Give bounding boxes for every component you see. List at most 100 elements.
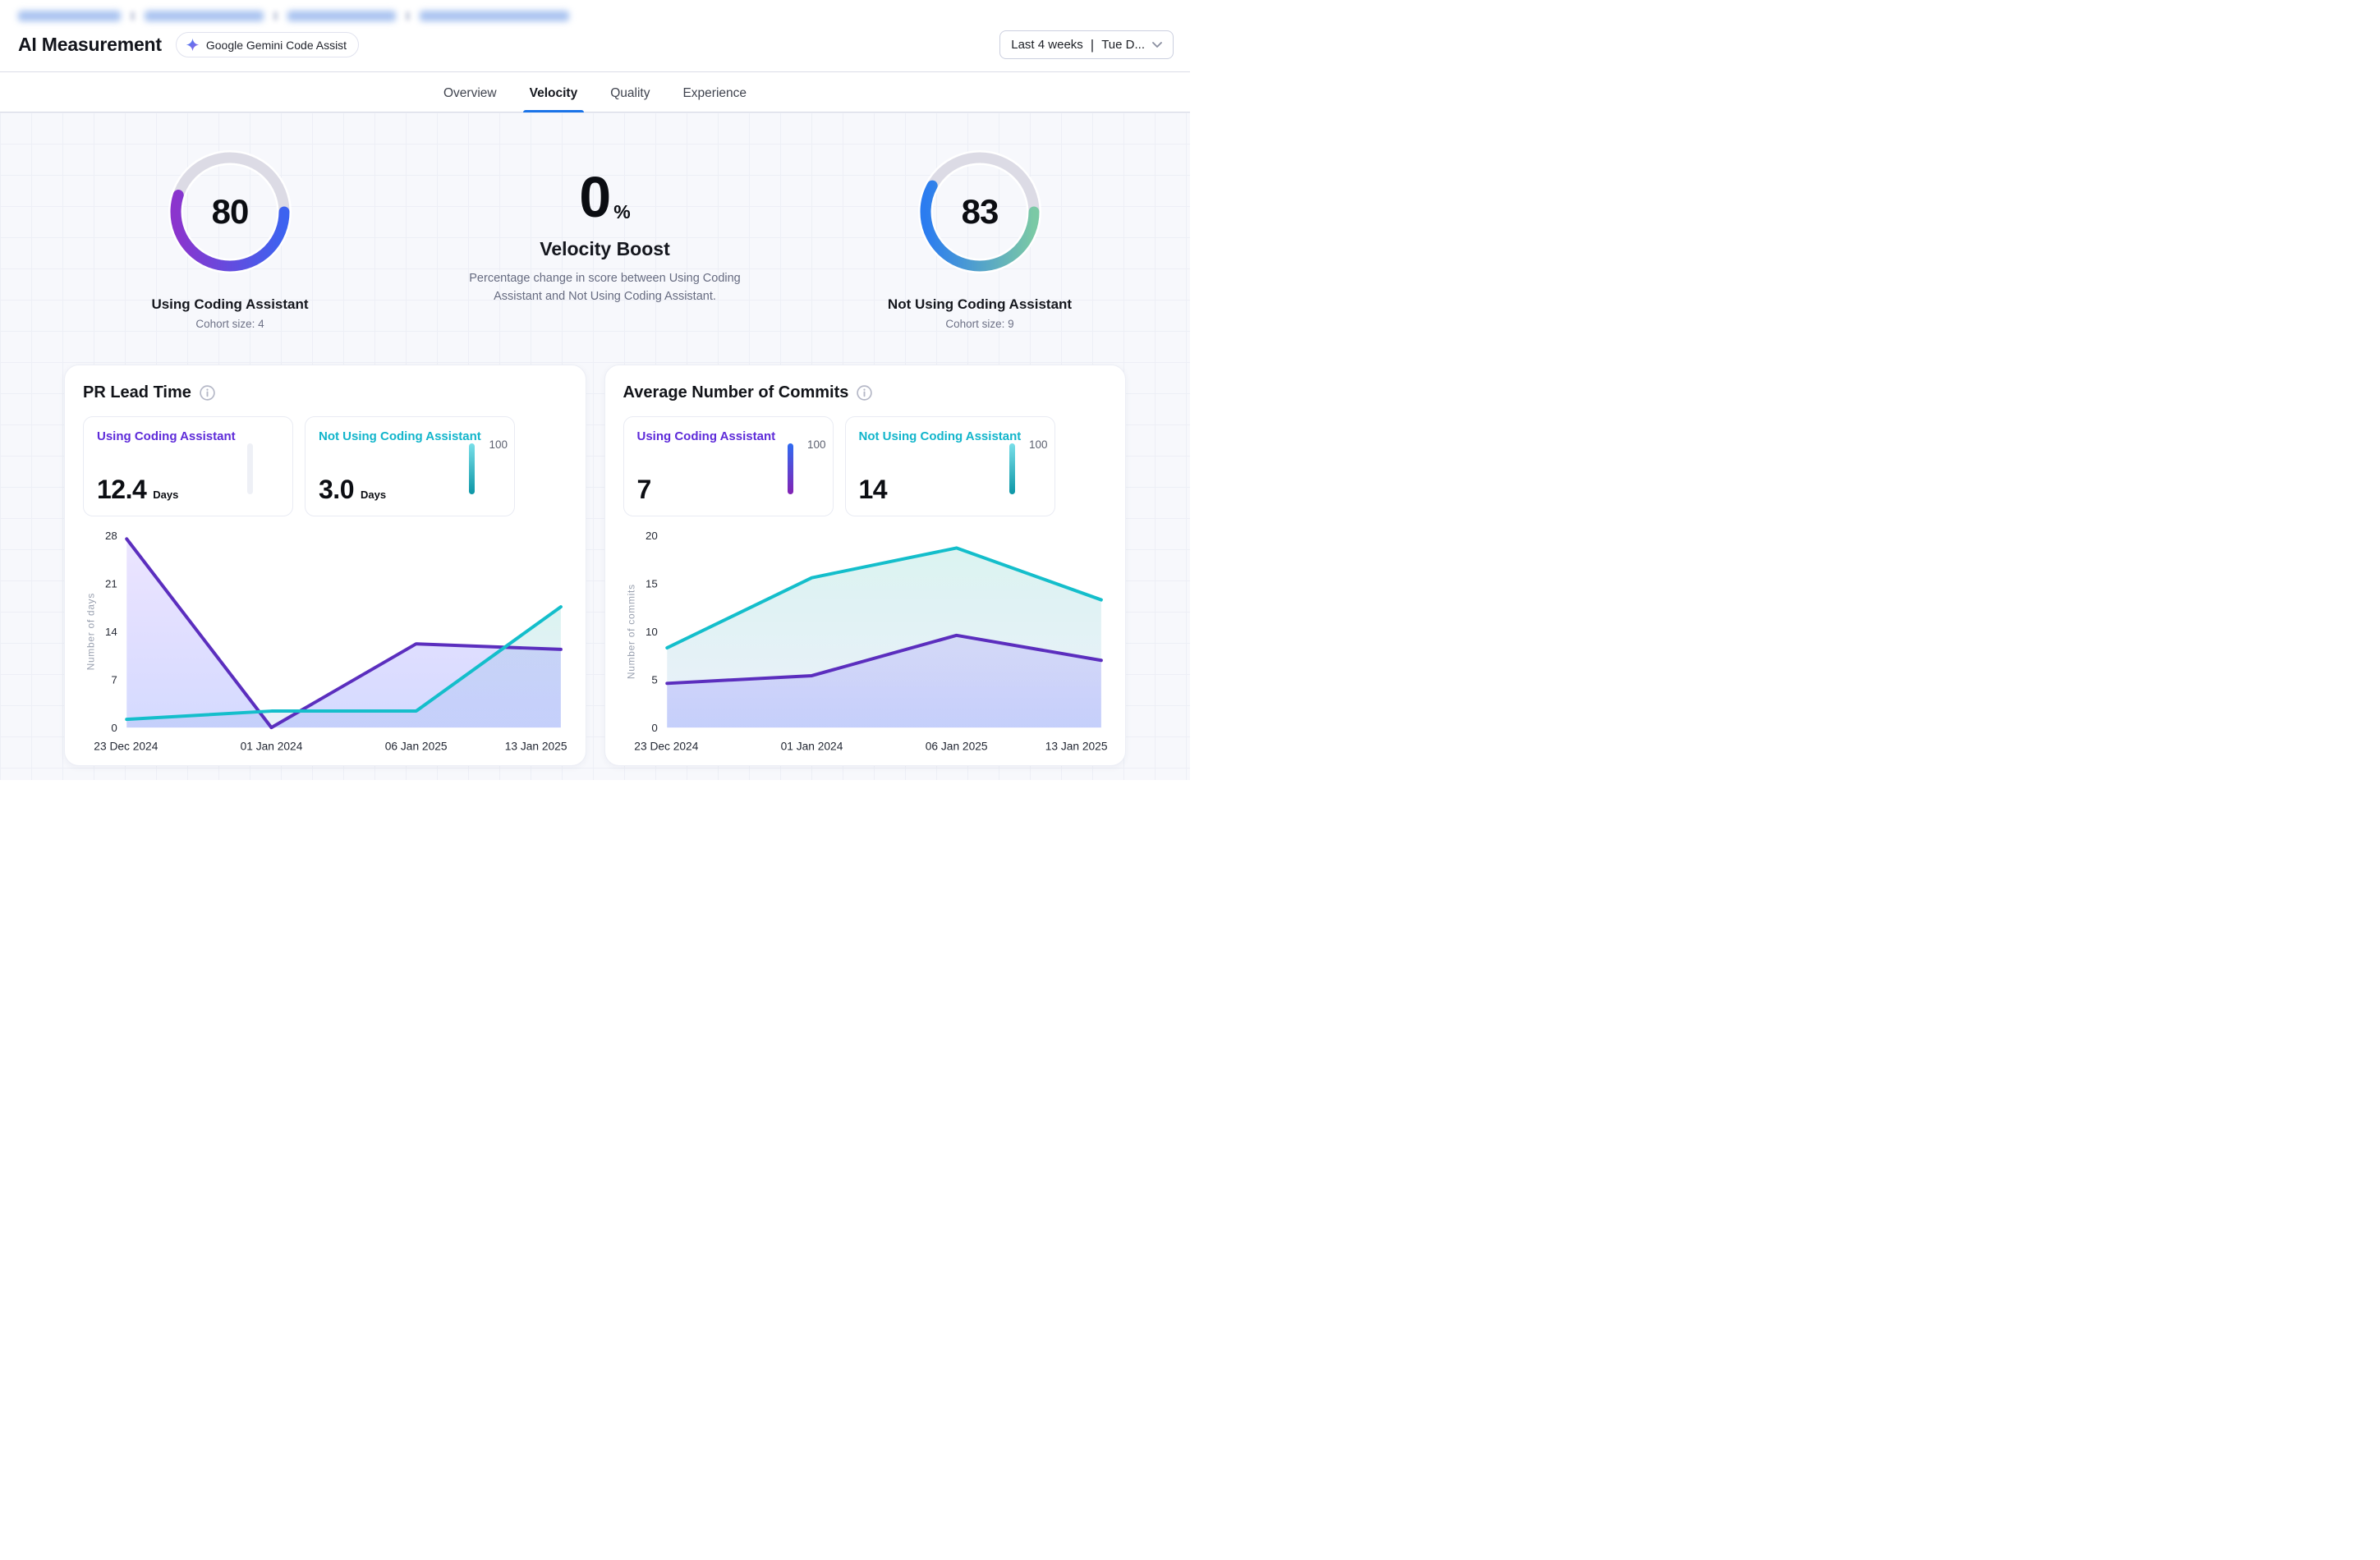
stat-tile-value-row: 7 [637, 475, 651, 505]
date-range-label: Last 4 weeks [1011, 38, 1083, 52]
date-range-value: Tue D... [1101, 38, 1145, 52]
date-range-separator: | [1091, 38, 1094, 52]
gemini-star-icon [186, 38, 200, 52]
boost-value-row: 0 % [579, 172, 630, 223]
boost-value: 0 [579, 172, 611, 223]
tab-overview[interactable]: Overview [441, 81, 499, 112]
svg-text:0: 0 [111, 722, 117, 734]
breadcrumb-item-redacted[interactable] [287, 11, 396, 21]
stat-tile-value: 12.4 [97, 475, 146, 505]
stat-tiles: Using Coding Assistant7100Not Using Codi… [623, 416, 1108, 516]
card-pr-lead-time: PR Lead Time Using Coding Assistant 12.4 Da… [64, 365, 586, 766]
gauge-label: Not Using Coding Assistant [888, 296, 1072, 313]
stat-tile-unit: Days [153, 489, 178, 501]
ai-measurement-page: AI Measurement Google Gemini Code Assist… [0, 0, 1190, 780]
info-icon[interactable] [200, 385, 215, 401]
assistant-badge[interactable]: Google Gemini Code Assist [176, 32, 359, 57]
gauge-value: 80 [168, 150, 292, 273]
stat-tile-not-using-coding-assistant: Not Using Coding Assistant3.0Days100 [305, 416, 515, 516]
stat-tile-value: 14 [859, 475, 888, 505]
card-title-row: Average Number of Commits [623, 383, 1108, 402]
stat-tile-using-coding-assistant: Using Coding Assistant 12.4 Days [83, 416, 293, 516]
metric-cards: PR Lead Time Using Coding Assistant 12.4 Da… [64, 365, 1126, 766]
area-chart-pr-lead-time: 0 7 14 21 28 Number of days 23 Dec 2024 01 Jan … [83, 523, 567, 757]
svg-text:23 Dec 2024: 23 Dec 2024 [94, 741, 158, 753]
breadcrumb-separator [406, 11, 410, 21]
stat-tile-not-using-coding-assistant: Not Using Coding Assistant 14 100 [845, 416, 1055, 516]
stat-tile-label: Using Coding Assistant [97, 429, 279, 443]
card-title: Average Number of Commits [623, 383, 849, 402]
gauge-ring: 83 [918, 150, 1041, 273]
gauge-cohort-size: Cohort size: 4 [195, 318, 264, 330]
tab-experience[interactable]: Experience [680, 81, 749, 112]
stat-tile-value-row: 14 [859, 475, 888, 505]
svg-text:Number of commits: Number of commits [625, 584, 636, 679]
svg-text:01 Jan 2024: 01 Jan 2024 [241, 741, 303, 753]
stat-tile-unit: Days [361, 489, 386, 501]
assistant-badge-label: Google Gemini Code Assist [206, 39, 347, 52]
breadcrumb [18, 8, 1174, 23]
card-title-row: PR Lead Time [83, 383, 567, 402]
velocity-boost: 0 % Velocity Boost Percentage change in … [412, 150, 798, 306]
svg-text:01 Jan 2024: 01 Jan 2024 [780, 741, 843, 753]
area-chart-average-number-of-commits: 05101520Number of commits23 Dec 202401 J… [623, 523, 1108, 757]
breadcrumb-item-redacted[interactable] [18, 11, 121, 21]
dashboard-content: 80 Using Coding Assistant Cohort size: 4 0… [0, 112, 1190, 780]
info-icon[interactable] [857, 385, 872, 401]
stat-tile-scale-bar [247, 443, 253, 494]
breadcrumb-item-redacted[interactable] [420, 11, 569, 21]
boost-title: Velocity Boost [412, 238, 798, 260]
stat-tiles: Using Coding Assistant12.4DaysNot Using … [83, 416, 567, 516]
stat-tile-scale-max: 100 [489, 438, 508, 451]
stat-tile-scale-bar [788, 443, 793, 494]
breadcrumb-separator [131, 11, 135, 21]
page-header: AI Measurement Google Gemini Code Assist… [0, 0, 1190, 72]
boost-unit: % [613, 201, 630, 223]
stat-tile-value: 3.0 [319, 475, 354, 505]
gauge-label: Using Coding Assistant [151, 296, 308, 313]
date-range-select[interactable]: Last 4 weeks | Tue D... [999, 30, 1174, 59]
tab-bar: Overview Velocity Quality Experience [0, 72, 1190, 112]
tab-velocity[interactable]: Velocity [527, 81, 581, 112]
tab-quality[interactable]: Quality [608, 81, 652, 112]
breadcrumb-separator [273, 11, 278, 21]
chevron-down-icon [1152, 42, 1162, 48]
svg-text:06 Jan 2025: 06 Jan 2025 [385, 741, 448, 753]
stat-tile-scale-max: 100 [807, 438, 826, 451]
svg-text:20: 20 [646, 530, 658, 542]
svg-text:23 Dec 2024: 23 Dec 2024 [634, 741, 698, 753]
svg-text:28: 28 [105, 530, 117, 542]
gauge-not-using-coding-assistant: 83 Not Using Coding Assistant Cohort size:… [857, 150, 1103, 330]
gauge-cohort-size: Cohort size: 9 [945, 318, 1013, 330]
velocity-summary-section: 80 Using Coding Assistant Cohort size: 4 0… [64, 112, 1126, 330]
card-average-number-of-commits: Average Number of Commits Using Coding As… [604, 365, 1127, 766]
svg-text:06 Jan 2025: 06 Jan 2025 [925, 741, 987, 753]
stat-tile-scale-bar [469, 443, 475, 494]
stat-tile-scale-max: 100 [1029, 438, 1048, 451]
stat-tile-value: 7 [637, 475, 651, 505]
svg-text:13 Jan 2025: 13 Jan 2025 [505, 741, 567, 753]
chart-container: 0 7 14 21 28 Number of days 23 Dec 2024 01 Jan … [83, 523, 567, 757]
gauge-ring: 80 [168, 150, 292, 273]
page-title: AI Measurement [18, 34, 162, 56]
svg-text:Number of days: Number of days [85, 593, 96, 670]
boost-description: Percentage change in score between Using… [467, 269, 742, 306]
svg-text:10: 10 [646, 626, 658, 638]
gauge-value: 83 [918, 150, 1041, 273]
svg-text:21: 21 [105, 577, 117, 590]
stat-tile-label: Not Using Coding Assistant [859, 429, 1041, 443]
stat-tile-using-coding-assistant: Using Coding Assistant 7 100 [623, 416, 834, 516]
chart-container: 05101520Number of commits23 Dec 202401 J… [623, 523, 1108, 757]
svg-text:0: 0 [651, 722, 657, 734]
breadcrumb-item-redacted[interactable] [145, 11, 264, 21]
gauge-using-coding-assistant: 80 Using Coding Assistant Cohort size: 4 [107, 150, 353, 330]
stat-tile-value-row: 3.0 Days [319, 475, 386, 505]
stat-tile-label: Using Coding Assistant [637, 429, 820, 443]
stat-tile-value-row: 12.4 Days [97, 475, 178, 505]
card-title: PR Lead Time [83, 383, 191, 402]
svg-text:7: 7 [111, 673, 117, 686]
svg-text:14: 14 [105, 626, 117, 638]
svg-text:15: 15 [646, 577, 658, 590]
svg-text:13 Jan 2025: 13 Jan 2025 [1045, 741, 1107, 753]
stat-tile-scale-bar [1009, 443, 1015, 494]
